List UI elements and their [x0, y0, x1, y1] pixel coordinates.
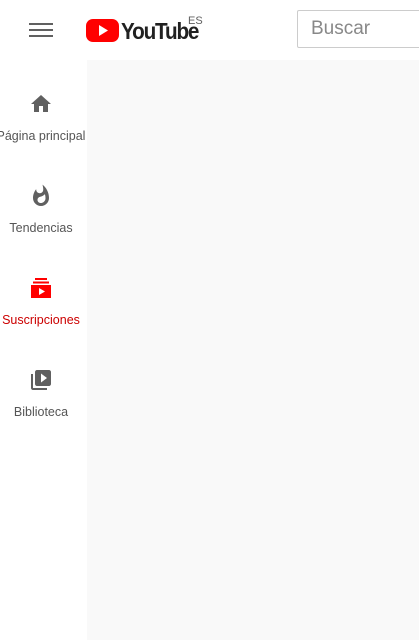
guide-sidebar: Página principal Tendencias Suscripcione… [0, 60, 87, 640]
sidebar-item-subscriptions[interactable]: Suscripciones [0, 244, 87, 336]
sidebar-item-home[interactable]: Página principal [0, 60, 87, 152]
youtube-logo[interactable]: YouTube ES [86, 15, 207, 45]
country-code: ES [188, 15, 203, 27]
sidebar-item-label: Tendencias [9, 221, 73, 235]
menu-button[interactable] [17, 6, 65, 54]
search-input[interactable] [297, 10, 419, 48]
youtube-page: YouTube ES Página principal Tendencias S… [0, 0, 419, 640]
hamburger-menu-icon [29, 23, 53, 37]
subscriptions-icon [31, 278, 51, 298]
sidebar-item-label: Página principal [0, 129, 86, 143]
sidebar-item-label: Biblioteca [13, 405, 69, 419]
logo-wordmark: YouTube [121, 18, 199, 44]
sidebar-item-label: Suscripciones [2, 313, 80, 327]
sidebar-item-library[interactable]: Biblioteca [0, 336, 87, 428]
youtube-play-icon [86, 19, 119, 42]
library-icon [31, 370, 51, 390]
masthead: YouTube ES [0, 0, 419, 60]
sidebar-item-trending[interactable]: Tendencias [0, 152, 87, 244]
flame-icon [33, 184, 49, 206]
home-icon [31, 95, 51, 112]
main-content [87, 60, 419, 640]
